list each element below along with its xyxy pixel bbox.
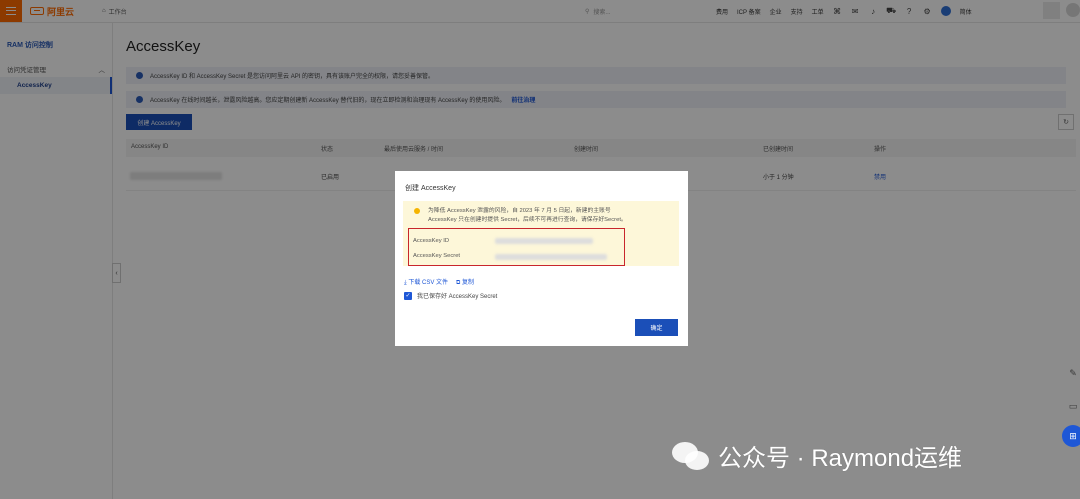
accesskey-id-value xyxy=(495,238,593,244)
download-csv-label: 下载 CSV 文件 xyxy=(408,280,448,286)
accesskey-id-label: AccessKey ID xyxy=(413,238,450,244)
copy-link[interactable]: ⧉ 复制 xyxy=(456,277,474,287)
credentials-highlight-box xyxy=(408,228,625,266)
apps-icon[interactable]: ⊞ xyxy=(1062,425,1080,447)
wechat-logo-icon xyxy=(672,440,710,472)
checkmark-icon[interactable]: ✓ xyxy=(404,291,412,300)
warning-box: 为降低 AccessKey 泄露的风险，自 2023 年 7 月 5 日起，新建… xyxy=(403,201,679,266)
confirm-button[interactable]: 确定 xyxy=(635,319,678,336)
watermark-text: 公众号 · Raymond运维 xyxy=(718,445,963,472)
accesskey-secret-value xyxy=(495,254,607,260)
saved-confirm-checkbox[interactable]: ✓ 我已保存好 AccessKey Secret xyxy=(404,291,497,300)
dialog-title: 创建 AccessKey xyxy=(405,185,456,192)
warning-line-1: 为降低 AccessKey 泄露的风险，自 2023 年 7 月 5 日起，新建… xyxy=(428,208,611,214)
download-csv-link[interactable]: ⤓ 下载 CSV 文件 xyxy=(404,277,448,287)
warning-line-2: AccessKey 只在创建时提供 Secret，后续不可再进行查询，请保存好S… xyxy=(428,217,627,223)
dialog-actions: ⤓ 下载 CSV 文件 ⧉ 复制 xyxy=(404,277,474,287)
watermark: 公众号 · Raymond运维 xyxy=(672,438,962,473)
warning-text: 为降低 AccessKey 泄露的风险，自 2023 年 7 月 5 日起，新建… xyxy=(428,207,673,225)
copy-label: 复制 xyxy=(461,280,474,286)
create-accesskey-dialog: 创建 AccessKey 为降低 AccessKey 泄露的风险，自 2023 … xyxy=(395,171,688,346)
accesskey-secret-label: AccessKey Secret xyxy=(413,253,461,259)
warning-icon xyxy=(414,208,420,214)
saved-confirm-label: 我已保存好 AccessKey Secret xyxy=(417,294,498,300)
